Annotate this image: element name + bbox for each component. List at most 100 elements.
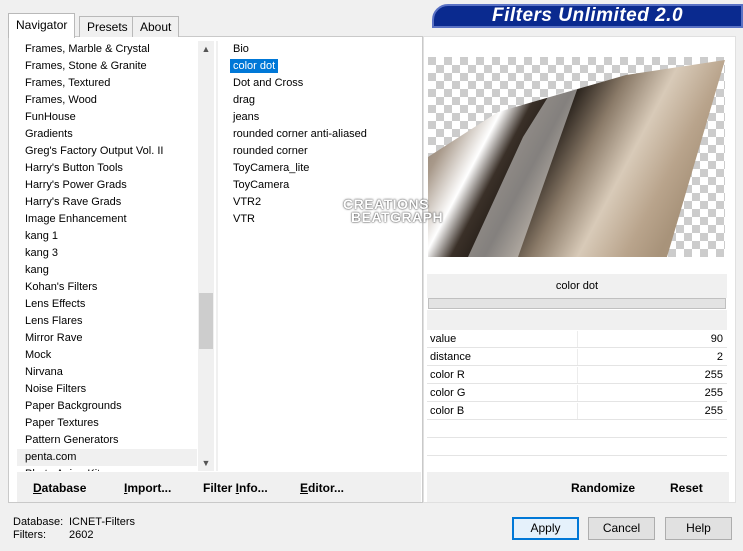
category-item[interactable]: Harry's Button Tools xyxy=(17,160,197,177)
category-item[interactable]: Mirror Rave xyxy=(17,330,197,347)
status-info: Database: ICNET-Filters Filters: 2602 xyxy=(13,516,135,542)
param-label: distance xyxy=(430,351,471,363)
tab-presets[interactable]: Presets xyxy=(79,16,136,37)
category-list[interactable]: Frames, Marble & Crystal Frames, Stone & … xyxy=(17,41,197,471)
category-item[interactable]: Frames, Wood xyxy=(17,92,197,109)
reset-button[interactable]: Reset xyxy=(670,481,703,495)
filter-item[interactable]: rounded corner anti-aliased xyxy=(226,126,416,143)
filters-count-value: 2602 xyxy=(69,529,94,541)
param-label: color R xyxy=(430,369,465,381)
category-item[interactable]: Harry's Rave Grads xyxy=(17,194,197,211)
param-slider-tick xyxy=(577,331,578,347)
category-item[interactable]: kang 1 xyxy=(17,228,197,245)
category-item[interactable]: Paper Backgrounds xyxy=(17,398,197,415)
database-button[interactable]: Database xyxy=(33,481,86,495)
scroll-up-arrow-icon[interactable]: ▲ xyxy=(198,41,214,57)
param-row[interactable]: value 90 xyxy=(427,331,727,348)
param-label: color B xyxy=(430,405,465,417)
filter-item[interactable]: ToyCamera xyxy=(226,177,416,194)
param-label: value xyxy=(430,333,457,345)
category-item[interactable]: kang 3 xyxy=(17,245,197,262)
param-value: 255 xyxy=(704,369,723,381)
param-label: color G xyxy=(430,387,466,399)
filter-control-bar[interactable] xyxy=(428,298,726,309)
category-item[interactable]: Pattern Generators xyxy=(17,432,197,449)
filter-item[interactable]: drag xyxy=(226,92,416,109)
param-value: 255 xyxy=(704,405,723,417)
database-status-value: ICNET-Filters xyxy=(69,516,135,528)
filters-count-label: Filters: xyxy=(13,529,46,541)
category-item[interactable]: Photo Aging Kit xyxy=(17,466,197,471)
watermark-logo: CREATIONS BEATGRAPH xyxy=(343,196,444,225)
help-button[interactable]: Help xyxy=(665,517,732,540)
category-item[interactable]: Frames, Textured xyxy=(17,75,197,92)
filter-item-label: VTR xyxy=(233,213,255,225)
editor-button[interactable]: Editor... xyxy=(300,481,344,495)
category-item[interactable]: Frames, Marble & Crystal xyxy=(17,41,197,58)
category-item[interactable]: Paper Textures xyxy=(17,415,197,432)
filter-item-label: drag xyxy=(233,94,256,106)
filter-item-label: Dot and Cross xyxy=(233,77,304,89)
filter-item[interactable]: Dot and Cross xyxy=(226,75,416,92)
category-item[interactable]: Lens Effects xyxy=(17,296,197,313)
preview-image xyxy=(428,57,725,257)
filter-info-button[interactable]: Filter Info... xyxy=(203,481,268,495)
param-slider-tick xyxy=(577,403,578,419)
preview-button-bar: Randomize Reset xyxy=(427,472,729,502)
category-item[interactable]: Kohan's Filters xyxy=(17,279,197,296)
param-row[interactable]: color R 255 xyxy=(427,367,727,384)
list-button-bar: Database Import... Filter Info... Editor… xyxy=(17,472,421,502)
cancel-button[interactable]: Cancel xyxy=(588,517,655,540)
param-value: 2 xyxy=(716,351,723,363)
apply-button[interactable]: Apply xyxy=(512,517,579,540)
filter-item-label: VTR2 xyxy=(233,196,262,208)
category-item[interactable]: Gradients xyxy=(17,126,197,143)
database-status-label: Database: xyxy=(13,516,64,528)
filter-item-label: Bio xyxy=(233,43,249,55)
category-scrollbar[interactable]: ▲ ▼ xyxy=(198,41,214,471)
param-row[interactable]: distance 2 xyxy=(427,349,727,366)
param-row[interactable]: color B 255 xyxy=(427,403,727,420)
category-item[interactable]: Nirvana xyxy=(17,364,197,381)
app-title-banner: Filters Unlimited 2.0 xyxy=(432,4,743,28)
filter-item[interactable]: ToyCamera_lite xyxy=(226,160,416,177)
filter-item[interactable]: Bio xyxy=(226,41,416,58)
param-slider-tick xyxy=(577,349,578,365)
filter-item-label: color dot xyxy=(230,59,279,73)
category-item[interactable]: Noise Filters xyxy=(17,381,197,398)
tab-navigator[interactable]: Navigator xyxy=(8,13,76,38)
filter-item-label: rounded corner xyxy=(233,145,308,157)
category-item[interactable]: Greg's Factory Output Vol. II xyxy=(17,143,197,160)
tab-about[interactable]: About xyxy=(132,16,180,37)
scroll-thumb[interactable] xyxy=(199,293,213,349)
param-slider-tick xyxy=(577,367,578,383)
category-item[interactable]: Lens Flares xyxy=(17,313,197,330)
filter-item-label: rounded corner anti-aliased xyxy=(233,128,367,140)
param-row[interactable]: color G 255 xyxy=(427,385,727,402)
import-button[interactable]: Import... xyxy=(124,481,171,495)
filter-list[interactable]: Bio color dot Dot and Cross drag jeans rounde… xyxy=(226,41,416,225)
filter-item[interactable]: rounded corner xyxy=(226,143,416,160)
param-value: 255 xyxy=(704,387,723,399)
param-value: 90 xyxy=(710,333,723,345)
filter-name-label: color dot xyxy=(427,274,727,298)
empty-param-row xyxy=(427,421,727,438)
empty-param-row xyxy=(427,439,727,456)
filter-item-label: jeans xyxy=(233,111,260,123)
category-item[interactable]: Harry's Power Grads xyxy=(17,177,197,194)
filter-item-label: ToyCamera xyxy=(233,179,290,191)
randomize-button[interactable]: Randomize xyxy=(571,481,635,495)
scroll-down-arrow-icon[interactable]: ▼ xyxy=(198,455,214,471)
filter-item[interactable]: color dot xyxy=(226,58,416,75)
filter-item[interactable]: jeans xyxy=(226,109,416,126)
category-item[interactable]: Frames, Stone & Granite xyxy=(17,58,197,75)
category-item[interactable]: Mock xyxy=(17,347,197,364)
filter-item-label: ToyCamera_lite xyxy=(233,162,310,174)
category-item[interactable]: kang xyxy=(17,262,197,279)
category-item[interactable]: Image Enhancement xyxy=(17,211,197,228)
category-item[interactable]: penta.com xyxy=(17,449,197,466)
category-item[interactable]: FunHouse xyxy=(17,109,197,126)
param-slider-tick xyxy=(577,385,578,401)
param-header xyxy=(427,310,727,330)
list-divider xyxy=(216,41,218,471)
